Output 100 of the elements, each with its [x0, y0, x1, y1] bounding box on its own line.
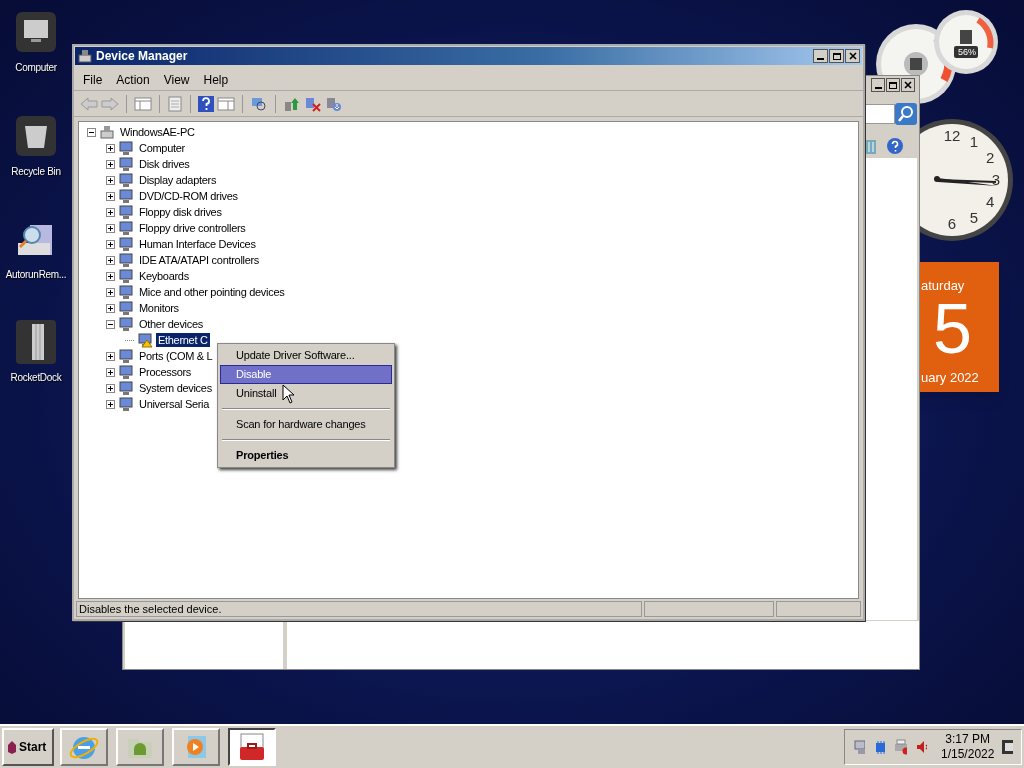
device-icon [118, 156, 134, 172]
desktop-icon-label[interactable]: Recycle Bin [11, 164, 61, 179]
expander-icon[interactable] [106, 207, 115, 217]
clock-date[interactable]: 1/15/2022 [941, 747, 995, 762]
device-icon [118, 188, 134, 204]
clock-number: 3 [991, 172, 1001, 188]
desktop-icon-label[interactable]: RocketDock [10, 370, 62, 385]
context-menu-item[interactable]: Scan for hardware changes [220, 415, 392, 434]
tree-item[interactable]: Universal Seria [137, 397, 212, 411]
tree-item[interactable]: Processors [137, 365, 194, 379]
computer-icon [99, 124, 115, 140]
expander-icon[interactable] [106, 223, 115, 233]
expander-icon[interactable] [106, 351, 115, 361]
expander-icon[interactable] [106, 303, 115, 313]
expander-icon[interactable] [106, 271, 115, 281]
device-icon [118, 300, 134, 316]
close-button[interactable] [845, 49, 860, 63]
device-manager-icon [77, 49, 93, 63]
device-icon [118, 172, 134, 188]
menu-item[interactable]: File [78, 70, 108, 89]
clock-number: 1 [969, 133, 979, 150]
expander-icon[interactable] [106, 367, 115, 377]
device-icon [118, 348, 134, 364]
clock-number: 6 [947, 216, 957, 232]
device-icon [118, 380, 134, 396]
tree-item[interactable]: Floppy drive controllers [137, 221, 248, 235]
scan-icon[interactable] [250, 95, 268, 112]
close-icon [848, 52, 857, 60]
clock-number: 4 [985, 194, 995, 210]
device-icon [118, 220, 134, 236]
clock-time[interactable]: 3:17 PM [945, 732, 991, 747]
clock-number: 5 [969, 210, 979, 227]
maximize-button[interactable] [886, 78, 900, 92]
clock-number: 12 [943, 128, 961, 144]
tree-item[interactable]: Disk drives [137, 157, 192, 171]
taskbar-button[interactable] [228, 728, 276, 766]
menu-item[interactable]: View [158, 70, 195, 89]
start-button[interactable]: Start [2, 728, 54, 766]
device-icon [118, 316, 134, 332]
help-icon[interactable] [887, 138, 903, 154]
show-desktop-icon[interactable] [1002, 740, 1013, 754]
context-menu-item[interactable]: Disable [220, 365, 392, 384]
tree-item[interactable]: Mice and other pointing devices [137, 285, 287, 299]
help-icon[interactable] [198, 95, 214, 112]
mouse-cursor [282, 384, 295, 404]
device-icon [118, 252, 134, 268]
context-menu-item[interactable]: Uninstall [220, 384, 392, 403]
expander-icon[interactable] [106, 383, 115, 393]
start-orb-icon [7, 740, 17, 754]
expander-icon[interactable] [106, 191, 115, 201]
desktop-icon-label[interactable]: AutorunRem... [5, 267, 67, 282]
calendar-day: 5 [933, 294, 972, 364]
expander-icon[interactable] [106, 143, 115, 153]
tree-item[interactable]: WindowsAE-PC [118, 125, 197, 139]
expander-icon[interactable] [106, 319, 115, 329]
tree-item[interactable]: Ports (COM & L [137, 349, 215, 363]
tree-item[interactable]: Keyboards [137, 269, 191, 283]
expander-icon[interactable] [106, 255, 115, 265]
tree-item[interactable]: DVD/CD-ROM drives [137, 189, 240, 203]
close-icon [904, 81, 912, 89]
device-icon [118, 140, 134, 156]
expander-icon[interactable] [106, 175, 115, 185]
expander-icon[interactable] [106, 159, 115, 169]
context-menu-item[interactable]: Update Driver Software... [220, 346, 392, 365]
tree-item[interactable]: Computer [137, 141, 187, 155]
tree-item[interactable]: Floppy disk drives [137, 205, 224, 219]
menu-item[interactable]: Help [198, 70, 234, 89]
expander-icon[interactable] [106, 399, 115, 409]
calendar-month: uary 2022 [921, 369, 979, 387]
context-menu-item[interactable]: Properties [220, 446, 392, 465]
device-icon [118, 284, 134, 300]
muted-speaker-icon[interactable] [914, 739, 927, 755]
expander-icon[interactable] [106, 287, 115, 297]
expander-icon[interactable] [87, 127, 96, 137]
desktop-icon-label[interactable]: Computer [15, 60, 57, 75]
device-icon [118, 396, 134, 412]
expander-icon[interactable] [106, 239, 115, 249]
menu-item[interactable]: Action [111, 70, 155, 89]
tree-item[interactable]: Human Interface Devices [137, 237, 258, 251]
device-icon [118, 268, 134, 284]
printer-error-icon[interactable] [893, 739, 907, 755]
tree-item[interactable]: Other devices [137, 317, 205, 331]
calendar-weekday: aturday [921, 277, 965, 295]
cpu-reading: 56% [958, 47, 976, 57]
window-title: Device Manager [96, 48, 188, 65]
maximize-button[interactable] [829, 49, 844, 63]
tree-item[interactable]: IDE ATA/ATAPI controllers [137, 253, 262, 267]
minimize-button[interactable] [871, 78, 885, 92]
tree-item[interactable]: Monitors [137, 301, 181, 315]
tree-item[interactable]: Display adapters [137, 173, 219, 187]
search-icon[interactable] [895, 103, 917, 125]
uninstall-icon[interactable] [304, 95, 322, 112]
tree-item[interactable]: System devices [137, 381, 214, 395]
device-icon [118, 236, 134, 252]
minimize-button[interactable] [813, 49, 828, 63]
status-text: Disables the selected device. [76, 601, 642, 617]
close-button[interactable] [901, 78, 915, 92]
device-icon [118, 204, 134, 220]
chip-icon[interactable] [873, 739, 886, 755]
tree-item[interactable]: Ethernet C [156, 333, 210, 347]
